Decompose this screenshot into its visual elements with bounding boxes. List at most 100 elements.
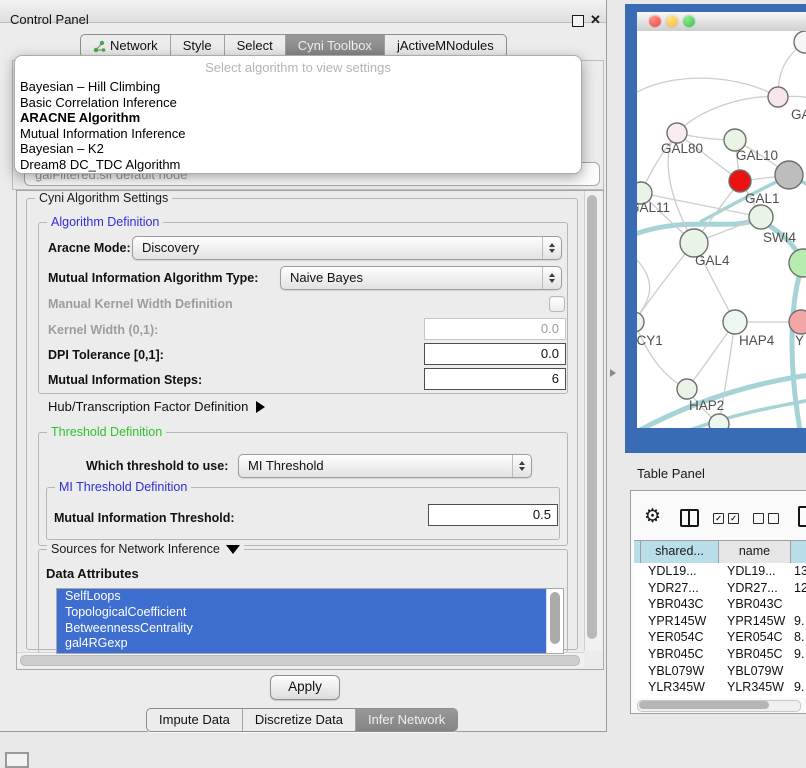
table-row[interactable]: YIL052CYIL052C9 [634, 696, 806, 698]
mi-threshold-field[interactable]: 0.5 [428, 504, 558, 526]
table-cell: 8. [791, 629, 806, 646]
data-attribute-item[interactable]: BetweennessCentrality [57, 621, 547, 637]
table-row[interactable]: YLR345WYLR345W9. [634, 679, 806, 696]
table-cell: YIL052C [634, 696, 719, 698]
manual-kernel-label: Manual Kernel Width Definition [48, 297, 233, 311]
network-node[interactable] [667, 123, 687, 143]
sources-title-text: Sources for Network Inference [51, 542, 220, 556]
tab-select[interactable]: Select [224, 35, 285, 57]
network-edge[interactable] [677, 97, 778, 133]
table-horizontal-scrollbar-thumb[interactable] [639, 701, 769, 709]
algorithm-option[interactable]: Bayesian – Hill Climbing [20, 79, 576, 95]
mi-algorithm-type-combo[interactable]: Naive Bayes [280, 266, 562, 290]
table-cell: YBL079W [719, 663, 791, 680]
data-attribute-item[interactable]: TopologicalCoefficient [57, 605, 547, 621]
deselect-all-icon[interactable] [753, 513, 764, 524]
network-canvas[interactable]: GALGAL80GAL10GAL1GAL11SWI4GAL4GCY1HAP4YH… [637, 31, 806, 428]
table-row[interactable]: YPR145WYPR145W9. [634, 613, 806, 630]
dpi-tolerance-field[interactable]: 0.0 [424, 343, 566, 365]
tab-style[interactable]: Style [170, 35, 224, 57]
algorithm-option[interactable]: Mutual Information Inference [20, 126, 576, 142]
data-attributes-list[interactable]: SelfLoopsTopologicalCoefficientBetweenne… [56, 588, 564, 654]
tab-impute-data[interactable]: Impute Data [147, 709, 242, 731]
table-cell: 13 [791, 563, 806, 580]
control-panel-titlebar[interactable] [0, 0, 606, 23]
horizontal-scrollbar-thumb[interactable] [20, 655, 580, 666]
node-label: GAL10 [736, 148, 778, 163]
table-row[interactable]: YER054CYER054C8. [634, 629, 806, 646]
data-attributes-label: Data Attributes [46, 566, 139, 581]
table-panel-title: Table Panel [637, 466, 705, 481]
hub-section-toggle[interactable]: Hub/Transcription Factor Definition [48, 399, 265, 414]
select-all-icon[interactable]: ✓ [728, 513, 739, 524]
network-node[interactable] [775, 161, 803, 189]
table-row[interactable]: YBL079WYBL079W [634, 663, 806, 680]
table-row[interactable]: YBR045CYBR045C9. [634, 646, 806, 663]
network-node[interactable] [677, 379, 697, 399]
algorithm-option[interactable]: Bayesian – K2 [20, 141, 576, 157]
aracne-mode-combo[interactable]: Discovery [132, 236, 562, 260]
list-scrollbar-thumb[interactable] [550, 592, 560, 644]
column-header[interactable]: name [719, 541, 791, 563]
mi-steps-field[interactable]: 6 [424, 368, 566, 390]
collapsed-arrow-icon [256, 401, 265, 413]
table-row[interactable]: YDL19...YDL19...13 [634, 563, 806, 580]
select-all-icon[interactable]: ✓ [713, 513, 724, 524]
algorithm-option[interactable]: Dream8 DC_TDC Algorithm [20, 157, 576, 173]
network-node[interactable] [768, 87, 788, 107]
deselect-all-icon[interactable] [768, 513, 779, 524]
which-threshold-combo[interactable]: MI Threshold [238, 454, 532, 478]
network-node[interactable] [789, 249, 806, 277]
dpi-tolerance-label: DPI Tolerance [0,1]: [48, 348, 164, 362]
table-cell: YBR045C [634, 646, 719, 663]
network-node[interactable] [709, 414, 729, 428]
table-cell: YBR043C [719, 596, 791, 613]
gear-icon[interactable]: ⚙ [644, 505, 661, 528]
minimized-panel-icon[interactable] [5, 752, 29, 768]
column-header[interactable] [634, 541, 641, 563]
combo-value: Discovery [142, 240, 199, 255]
file-icon[interactable] [798, 506, 806, 527]
cyni-bottom-tabbar: Impute Data Discretize Data Infer Networ… [146, 708, 458, 732]
network-node[interactable] [723, 310, 747, 334]
tab-discretize-data[interactable]: Discretize Data [242, 709, 355, 731]
splitter-collapse-icon[interactable] [610, 369, 616, 377]
manual-kernel-checkbox[interactable] [549, 296, 565, 312]
sources-group-title[interactable]: Sources for Network Inference [47, 542, 244, 556]
network-node[interactable] [789, 310, 806, 334]
kernel-width-field[interactable]: 0.0 [424, 318, 566, 340]
data-attribute-item[interactable]: gal4RGexp [57, 636, 547, 652]
node-label: GAL1 [745, 191, 780, 206]
network-edge[interactable] [637, 78, 778, 97]
table-cell [791, 663, 806, 680]
traffic-light-minimize-icon[interactable] [666, 15, 678, 27]
table-row[interactable]: YBR043CYBR043C [634, 596, 806, 613]
column-header[interactable]: shared... [641, 541, 719, 563]
traffic-light-zoom-icon[interactable] [683, 15, 695, 27]
network-node[interactable] [729, 170, 751, 192]
columns-icon[interactable] [680, 509, 699, 527]
hub-section-label: Hub/Transcription Factor Definition [48, 399, 248, 414]
apply-button[interactable]: Apply [270, 675, 340, 700]
column-header[interactable] [791, 541, 806, 563]
tab-infer-network[interactable]: Infer Network [355, 709, 457, 731]
data-attribute-item[interactable]: SelfLoops [57, 589, 547, 605]
algorithm-option[interactable]: Basic Correlation Inference [20, 95, 576, 111]
network-node[interactable] [637, 312, 644, 332]
combo-value: MI Threshold [248, 458, 324, 473]
tab-jactivemnodules[interactable]: jActiveMNodules [384, 35, 506, 57]
tab-network[interactable]: Network [81, 35, 170, 57]
group-title: Algorithm Definition [47, 215, 163, 229]
list-scrollbar[interactable] [546, 589, 563, 653]
close-panel-icon[interactable]: ✕ [590, 12, 601, 28]
vertical-scrollbar-thumb[interactable] [587, 195, 597, 639]
table-cell: 12 [791, 580, 806, 597]
tab-cyni-toolbox[interactable]: Cyni Toolbox [285, 35, 384, 57]
float-panel-icon[interactable] [572, 15, 584, 27]
network-window-titlebar[interactable] [637, 12, 806, 32]
table-cell: 9. [791, 679, 806, 696]
algorithm-option[interactable]: ARACNE Algorithm [20, 110, 576, 126]
network-node[interactable] [749, 205, 773, 229]
table-row[interactable]: YDR27...YDR27...12 [634, 580, 806, 597]
traffic-light-close-icon[interactable] [649, 15, 661, 27]
